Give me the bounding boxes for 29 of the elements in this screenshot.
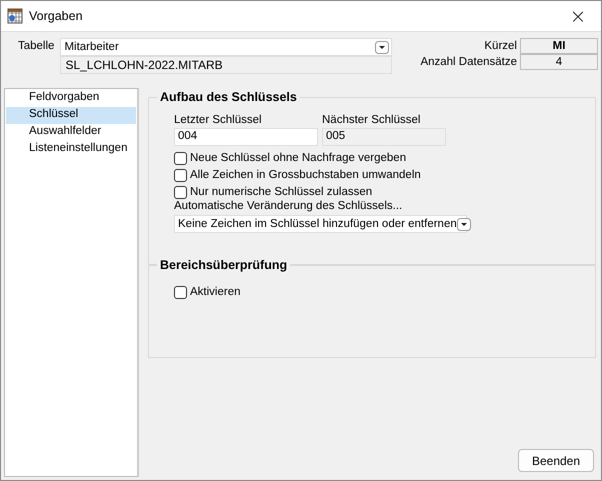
sidebar-item[interactable]: Auswahlfelder [6, 124, 136, 141]
short-value: MI [520, 38, 598, 54]
short-label: Kürzel [483, 39, 517, 54]
checkbox-label: Alle Zeichen in Grossbuchstaben umwandeln [190, 169, 421, 181]
count-label: Anzahl Datensätze [420, 55, 517, 70]
checkbox[interactable] [174, 186, 187, 198]
count-value: 4 [520, 54, 598, 70]
checkbox-label: Nur numerische Schlüssel zulassen [190, 186, 372, 198]
window-title: Vorgaben [29, 9, 84, 23]
checkbox-label: Neue Schlüssel ohne Nachfrage vergeben [190, 152, 406, 164]
table-icon [7, 8, 23, 24]
checkbox[interactable] [174, 168, 187, 182]
next-key-field: 005 [322, 128, 446, 146]
group-title: Aufbau des Schlüssels [157, 90, 300, 104]
table-label: Tabelle [18, 39, 54, 52]
last-key-field[interactable]: 004 [174, 128, 318, 146]
next-key-label: Nächster Schlüssel [322, 114, 422, 128]
table-path-field: SL_LCHLOHN-2022.MITARB [60, 56, 392, 74]
sidebar-item[interactable]: Feldvorgaben [6, 90, 136, 107]
sidebar-item[interactable]: Schlüssel [6, 107, 136, 124]
sidebar-item[interactable]: Listeneinstellungen [6, 141, 136, 158]
checkbox-label: Aktivieren [190, 286, 240, 298]
checkbox[interactable] [174, 286, 187, 298]
table-dropdown[interactable]: Mitarbeiter [60, 38, 392, 56]
auto-change-label: Automatische Veränderung des Schlüssels... [174, 200, 404, 214]
group-title: Bereichsüberprüfung [157, 258, 290, 272]
end-button[interactable]: Beenden [518, 449, 594, 472]
checkbox[interactable] [174, 152, 187, 164]
last-key-label: Letzter Schlüssel [174, 114, 263, 128]
